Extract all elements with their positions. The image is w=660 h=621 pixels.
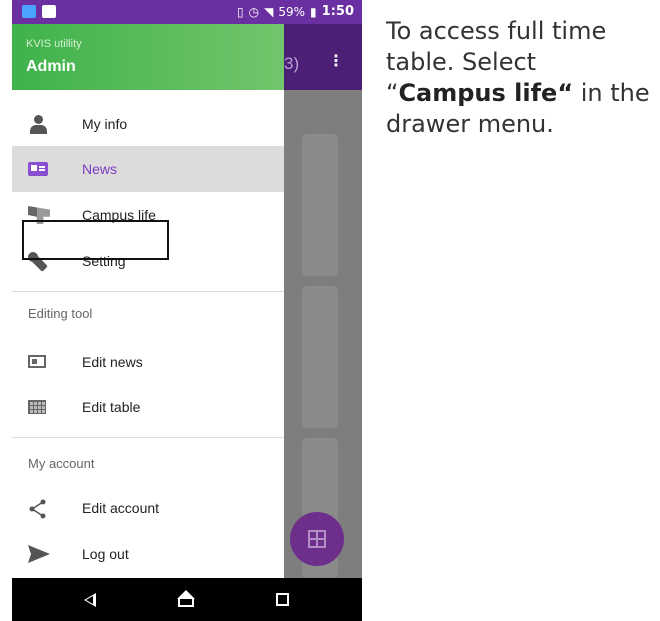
instruction-highlight: Campus life“ bbox=[398, 79, 574, 107]
person-icon bbox=[28, 115, 50, 134]
back-icon[interactable] bbox=[84, 593, 96, 607]
section-title-account: My account bbox=[28, 456, 95, 471]
divider bbox=[12, 437, 284, 438]
grid-icon bbox=[308, 530, 326, 548]
vibrate-icon: ▯ bbox=[237, 4, 244, 19]
drawer-item-edit-table[interactable]: Edit table bbox=[12, 384, 284, 430]
drawer-item-news[interactable]: News bbox=[12, 146, 284, 192]
clock: 1:50 bbox=[321, 4, 354, 19]
campus-life-highlight bbox=[22, 220, 169, 260]
gallery-notification-icon bbox=[22, 5, 36, 18]
drawer-item-label: Log out bbox=[82, 546, 129, 562]
timetable-fab[interactable] bbox=[290, 512, 344, 566]
battery-percent: 59% bbox=[278, 4, 306, 19]
send-icon bbox=[28, 545, 50, 563]
table-icon bbox=[28, 400, 46, 414]
app-name: KVIS utillity bbox=[26, 38, 82, 50]
app-bar-title: 3) bbox=[284, 54, 300, 73]
drawer-item-label: News bbox=[82, 161, 118, 177]
drawer-item-log-out[interactable]: Log out bbox=[12, 531, 284, 577]
recents-icon[interactable] bbox=[276, 593, 289, 606]
content-card[interactable] bbox=[302, 134, 338, 276]
drawer-header: KVIS utillity Admin bbox=[12, 24, 284, 90]
phone-screen: ▯ ◷ ◥ 59% ▮ 1:50 3) ⋮ KVIS utillity Admi… bbox=[12, 0, 362, 621]
home-icon-base[interactable] bbox=[178, 598, 194, 607]
divider bbox=[12, 291, 284, 292]
drawer-item-my-info[interactable]: My info bbox=[12, 101, 284, 147]
alarm-icon: ◷ bbox=[248, 4, 260, 19]
drawer-item-edit-news[interactable]: Edit news bbox=[12, 339, 284, 385]
drawer-item-label: Edit news bbox=[82, 354, 143, 370]
edit-news-icon bbox=[28, 355, 46, 368]
status-bar: ▯ ◷ ◥ 59% ▮ 1:50 bbox=[12, 0, 362, 24]
section-title-editing: Editing tool bbox=[28, 306, 93, 321]
content-card[interactable] bbox=[302, 286, 338, 428]
drawer-item-label: My info bbox=[82, 116, 128, 132]
battery-icon: ▮ bbox=[310, 4, 317, 19]
navigation-drawer: KVIS utillity Admin My info News Campus … bbox=[12, 24, 284, 578]
drawer-item-label: Edit table bbox=[82, 399, 141, 415]
instruction-text: To access full time table. Select “Campu… bbox=[386, 16, 656, 140]
drawer-item-label: Edit account bbox=[82, 500, 160, 516]
news-icon bbox=[28, 162, 48, 176]
android-nav-bar bbox=[12, 578, 362, 621]
drawer-item-edit-account[interactable]: Edit account bbox=[12, 485, 284, 531]
overflow-menu-icon[interactable]: ⋮ bbox=[328, 54, 344, 70]
image-notification-icon bbox=[42, 5, 56, 18]
user-name: Admin bbox=[26, 58, 76, 75]
share-icon bbox=[28, 499, 50, 519]
wifi-icon: ◥ bbox=[264, 4, 274, 19]
